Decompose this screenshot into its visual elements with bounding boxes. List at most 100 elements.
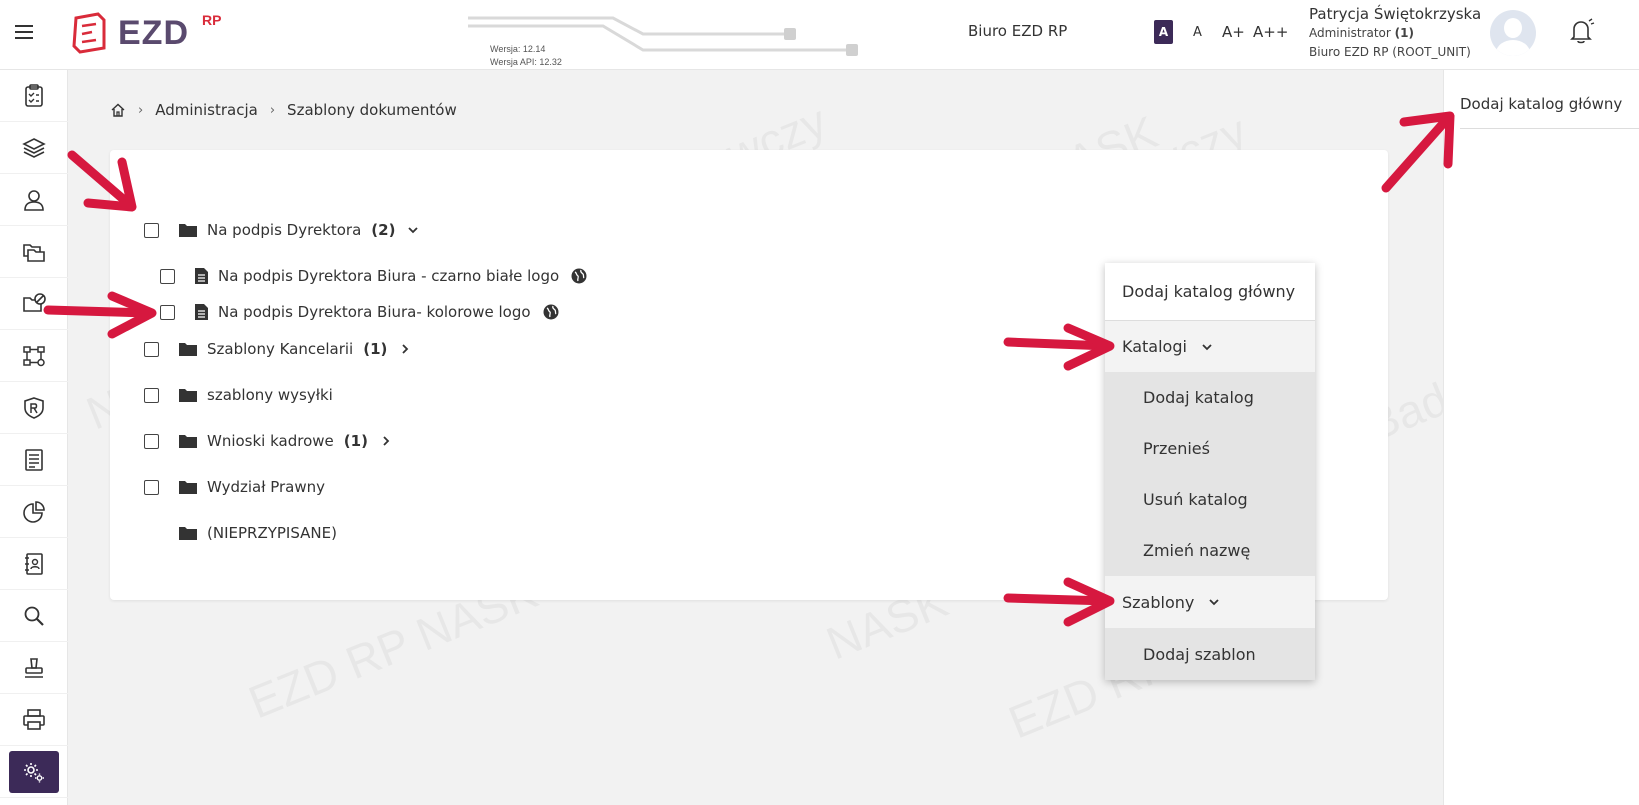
tree-folder-row[interactable]: Wnioski kadrowe (1) [144, 432, 392, 450]
folder-count: (1) [343, 432, 368, 450]
sidebar [0, 70, 68, 805]
checkbox[interactable] [160, 268, 175, 284]
settings-icon [24, 762, 44, 782]
user-unit: Biuro EZD RP (ROOT_UNIT) [1309, 45, 1471, 59]
tree-folder-row[interactable]: Na podpis Dyrektora (2) [144, 221, 419, 239]
menu-section-label: Katalogi [1122, 337, 1187, 356]
menu-add-template[interactable]: Dodaj szablon [1105, 628, 1315, 680]
sidebar-item-users[interactable] [0, 174, 68, 226]
search-icon [24, 606, 44, 626]
folder-icon [179, 481, 197, 494]
breadcrumb-separator: › [138, 102, 144, 118]
tree-folder-row[interactable]: Wydział Prawny [144, 478, 325, 496]
tree-folder-row[interactable]: szablony wysyłki [144, 386, 333, 404]
checkbox[interactable] [144, 222, 159, 238]
folder-blocked-icon [23, 292, 46, 312]
font-size-xlarge-button[interactable]: A++ [1253, 20, 1288, 44]
folder-label[interactable]: szablony wysyłki [207, 386, 333, 404]
sidebar-item-workflow[interactable] [0, 330, 68, 382]
api-version-label: Wersja API: 12.32 [490, 57, 562, 67]
document-label[interactable]: Na podpis Dyrektora Biura- kolorowe logo [218, 303, 531, 321]
sidebar-item-folders[interactable] [0, 226, 68, 278]
printer-icon [23, 708, 45, 730]
logo-superscript: RP [202, 12, 222, 28]
menu-rename[interactable]: Zmień nazwę [1105, 525, 1315, 576]
tree-document-row[interactable]: Na podpis Dyrektora Biura- kolorowe logo [160, 303, 559, 321]
breadcrumb-separator: › [269, 102, 276, 118]
logo-mark-icon [72, 12, 106, 54]
chevron-down-icon [1209, 599, 1219, 606]
breadcrumb-document-templates: Szablony dokumentów [287, 101, 457, 119]
user-role-label: Administrator [1309, 26, 1391, 40]
user-name[interactable]: Patrycja Świętokrzyska [1309, 5, 1481, 23]
tree-document-row[interactable]: Na podpis Dyrektora Biura - czarno białe… [160, 267, 587, 285]
checkbox[interactable] [144, 433, 159, 449]
chevron-down-icon[interactable] [407, 224, 419, 236]
globe-icon [543, 304, 559, 320]
add-root-catalog-button[interactable]: Dodaj katalog główny [1460, 95, 1622, 113]
checkbox[interactable] [144, 387, 159, 403]
bell-icon[interactable] [1566, 16, 1596, 46]
stamp-icon [25, 657, 43, 678]
folder-icon [179, 343, 197, 356]
folder-count: (2) [371, 221, 396, 239]
chevron-right-icon[interactable] [399, 343, 411, 355]
menu-add-catalog[interactable]: Dodaj katalog [1105, 372, 1315, 423]
folder-label[interactable]: (NIEPRZYPISANE) [207, 524, 337, 542]
tree-folder-row[interactable]: (NIEPRZYPISANE) [179, 524, 337, 542]
checkbox[interactable] [144, 479, 159, 495]
clipboard-check-icon [25, 83, 43, 107]
sidebar-item-documents[interactable] [0, 434, 68, 486]
sidebar-item-stamp[interactable] [0, 642, 68, 694]
sidebar-item-blocked[interactable] [0, 278, 68, 330]
menu-move[interactable]: Przenieś [1105, 423, 1315, 474]
checkbox[interactable] [160, 304, 175, 320]
menu-section-catalogs[interactable]: Katalogi [1105, 321, 1315, 372]
office-name: Biuro EZD RP [968, 22, 1068, 40]
checkbox[interactable] [144, 341, 159, 357]
breadcrumb-administration[interactable]: Administracja [155, 101, 258, 119]
sidebar-item-print[interactable] [0, 694, 68, 746]
menu-add-root-catalog[interactable]: Dodaj katalog główny [1105, 263, 1315, 321]
chevron-down-icon [1202, 343, 1212, 350]
folder-label[interactable]: Na podpis Dyrektora [207, 221, 361, 239]
document-list-icon [25, 448, 43, 471]
sidebar-item-tasks[interactable] [0, 70, 68, 122]
top-header: EZD RP Wersja: 12.14 Wersja API: 12.32 B… [0, 0, 1639, 70]
tree-folder-row[interactable]: Szablony Kancelarii (1) [144, 340, 411, 358]
version-info: Wersja: 12.14 Wersja API: 12.32 [468, 12, 868, 67]
sidebar-item-registry[interactable] [0, 382, 68, 434]
version-label: Wersja: 12.14 [490, 44, 546, 54]
folder-icon [179, 224, 197, 237]
ezd-logo[interactable]: EZD RP [70, 10, 240, 58]
folder-label[interactable]: Wydział Prawny [207, 478, 325, 496]
shield-r-icon [24, 396, 44, 419]
font-size-normal-button[interactable]: A [1154, 20, 1173, 44]
home-icon[interactable] [110, 102, 126, 118]
chevron-right-icon[interactable] [380, 435, 392, 447]
sidebar-item-cases[interactable] [0, 122, 68, 174]
font-size-small-button[interactable]: A [1193, 20, 1202, 44]
pie-chart-icon [23, 500, 45, 523]
document-icon [195, 304, 208, 320]
document-label[interactable]: Na podpis Dyrektora Biura - czarno białe… [218, 267, 559, 285]
sidebar-item-settings[interactable] [0, 746, 68, 798]
menu-section-label: Szablony [1122, 592, 1195, 612]
sidebar-item-reports[interactable] [0, 486, 68, 538]
folder-label[interactable]: Szablony Kancelarii [207, 340, 353, 358]
user-role-count: (1) [1394, 26, 1414, 40]
hamburger-menu-icon[interactable] [15, 22, 37, 42]
logo-text: EZD [118, 14, 189, 52]
folder-icon [179, 435, 197, 448]
workflow-icon [23, 345, 45, 366]
annotation-arrow [1381, 113, 1453, 193]
sidebar-item-search[interactable] [0, 590, 68, 642]
user-role[interactable]: Administrator (1) [1309, 26, 1414, 40]
menu-delete-catalog[interactable]: Usuń katalog [1105, 474, 1315, 525]
context-menu: Dodaj katalog główny Katalogi Dodaj kata… [1105, 263, 1315, 680]
sidebar-item-contacts[interactable] [0, 538, 68, 590]
font-size-large-button[interactable]: A+ [1222, 20, 1245, 44]
menu-section-templates[interactable]: Szablony [1105, 576, 1315, 628]
folder-label[interactable]: Wnioski kadrowe [207, 432, 334, 450]
avatar[interactable] [1490, 10, 1536, 56]
